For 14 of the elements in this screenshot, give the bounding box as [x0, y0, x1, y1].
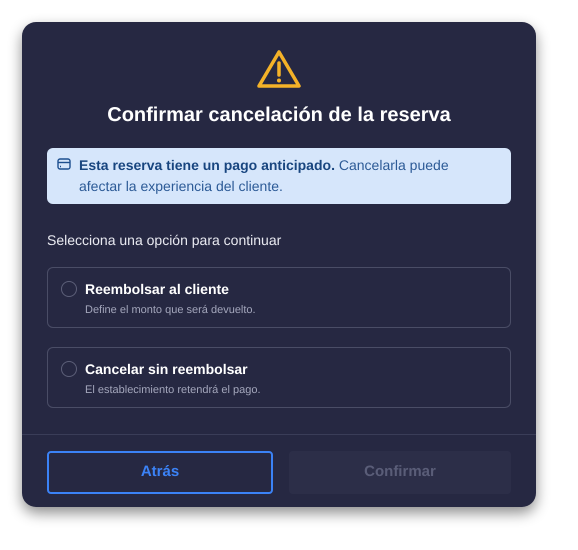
alert-text: Esta reserva tiene un pago anticipado. Cancelarla puede afectar la experiencia del cliente.: [79, 156, 450, 196]
dialog-title: Confirmar cancelación de la reserva: [106, 103, 452, 128]
radio-button[interactable]: [61, 361, 77, 377]
option-card[interactable]: Cancelar sin reembolsar El establecimiento retendrá el pago.: [47, 347, 511, 408]
option-description: Define el monto que será devuelto.: [85, 303, 256, 318]
option-label: Reembolsar al cliente: [85, 280, 230, 298]
option-label: Cancelar sin reembolsar: [85, 360, 249, 378]
warning-icon: [255, 48, 303, 90]
option-card[interactable]: Reembolsar al cliente Define el monto que será devuelto.: [47, 267, 511, 328]
card-icon: [57, 158, 71, 170]
radio-button[interactable]: [61, 281, 77, 297]
back-button[interactable]: Atrás: [47, 451, 273, 494]
prompt-text: Selecciona una opción para continuar: [47, 231, 282, 250]
option-description: El establecimiento retendrá el pago.: [85, 383, 260, 398]
